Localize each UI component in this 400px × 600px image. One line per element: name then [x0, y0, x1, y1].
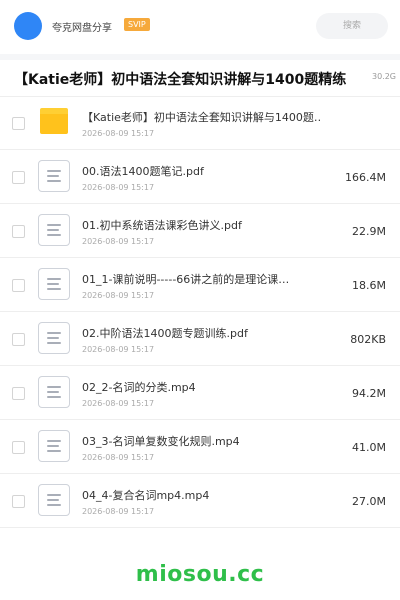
file-row[interactable]: 00.语法1400题笔记.pdf 2026-08-09 15:17 166.4M	[0, 150, 400, 204]
file-size: 94.2M	[352, 387, 386, 400]
row-checkbox[interactable]	[12, 171, 25, 184]
row-checkbox[interactable]	[12, 387, 25, 400]
total-size: 30.2G	[371, 72, 396, 81]
watermark: miosou.cc	[135, 562, 265, 587]
share-header: 夸克网盘分享 SVIP	[0, 0, 400, 54]
sharer-name: 夸克网盘分享	[52, 23, 112, 34]
share-title-bar: 【Katie老师】初中语法全套知识讲解与1400题精练 30.2G	[0, 60, 400, 96]
file-size: 802KB	[350, 333, 386, 346]
file-date: 2026-08-09 15:17	[82, 453, 155, 462]
file-date: 2026-08-09 15:17	[82, 129, 155, 138]
row-checkbox[interactable]	[12, 495, 25, 508]
document-icon	[38, 484, 70, 516]
file-row[interactable]: 03_3-名词单复数变化规则.mp4 2026-08-09 15:17 41.0…	[0, 420, 400, 474]
row-checkbox[interactable]	[12, 117, 25, 130]
file-size: 18.6M	[352, 279, 386, 292]
file-date: 2026-08-09 15:17	[82, 291, 155, 300]
document-icon	[38, 214, 70, 246]
file-date: 2026-08-09 15:17	[82, 237, 155, 246]
file-name: 02_2-名词的分类.mp4	[82, 381, 196, 394]
file-row[interactable]: 04_4-复合名词mp4.mp4 2026-08-09 15:17 27.0M	[0, 474, 400, 528]
file-size: 41.0M	[352, 441, 386, 454]
search-input[interactable]	[316, 13, 388, 39]
document-icon	[38, 376, 70, 408]
file-name: 00.语法1400题笔记.pdf	[82, 165, 204, 178]
folder-row[interactable]: 【Katie老师】初中语法全套知识讲解与1400题… 2026-08-09 15…	[0, 96, 400, 150]
row-checkbox[interactable]	[12, 279, 25, 292]
file-name: 04_4-复合名词mp4.mp4	[82, 489, 210, 502]
file-date: 2026-08-09 15:17	[82, 399, 155, 408]
row-checkbox[interactable]	[12, 333, 25, 346]
svip-badge: SVIP	[124, 18, 150, 31]
file-size: 27.0M	[352, 495, 386, 508]
file-date: 2026-08-09 15:17	[82, 183, 155, 192]
file-name: 【Katie老师】初中语法全套知识讲解与1400题…	[82, 111, 322, 124]
file-date: 2026-08-09 15:17	[82, 345, 155, 354]
folder-icon	[40, 108, 68, 134]
page-title: 【Katie老师】初中语法全套知识讲解与1400题精练	[14, 72, 347, 88]
document-icon	[38, 322, 70, 354]
file-row[interactable]: 01.初中系统语法课彩色讲义.pdf 2026-08-09 15:17 22.9…	[0, 204, 400, 258]
file-size: 22.9M	[352, 225, 386, 238]
file-row[interactable]: 02.中阶语法1400题专题训练.pdf 2026-08-09 15:17 80…	[0, 312, 400, 366]
file-row[interactable]: 01_1-课前说明-----66讲之前的是理论课… 2026-08-09 15:…	[0, 258, 400, 312]
row-checkbox[interactable]	[12, 441, 25, 454]
file-name: 03_3-名词单复数变化规则.mp4	[82, 435, 240, 448]
file-size: 166.4M	[345, 171, 386, 184]
document-icon	[38, 160, 70, 192]
row-checkbox[interactable]	[12, 225, 25, 238]
file-date: 2026-08-09 15:17	[82, 507, 155, 516]
file-name: 01_1-课前说明-----66讲之前的是理论课…	[82, 273, 290, 286]
file-name: 01.初中系统语法课彩色讲义.pdf	[82, 219, 242, 232]
document-icon	[38, 268, 70, 300]
document-icon	[38, 430, 70, 462]
avatar[interactable]	[14, 12, 42, 40]
file-row[interactable]: 02_2-名词的分类.mp4 2026-08-09 15:17 94.2M	[0, 366, 400, 420]
file-name: 02.中阶语法1400题专题训练.pdf	[82, 327, 248, 340]
